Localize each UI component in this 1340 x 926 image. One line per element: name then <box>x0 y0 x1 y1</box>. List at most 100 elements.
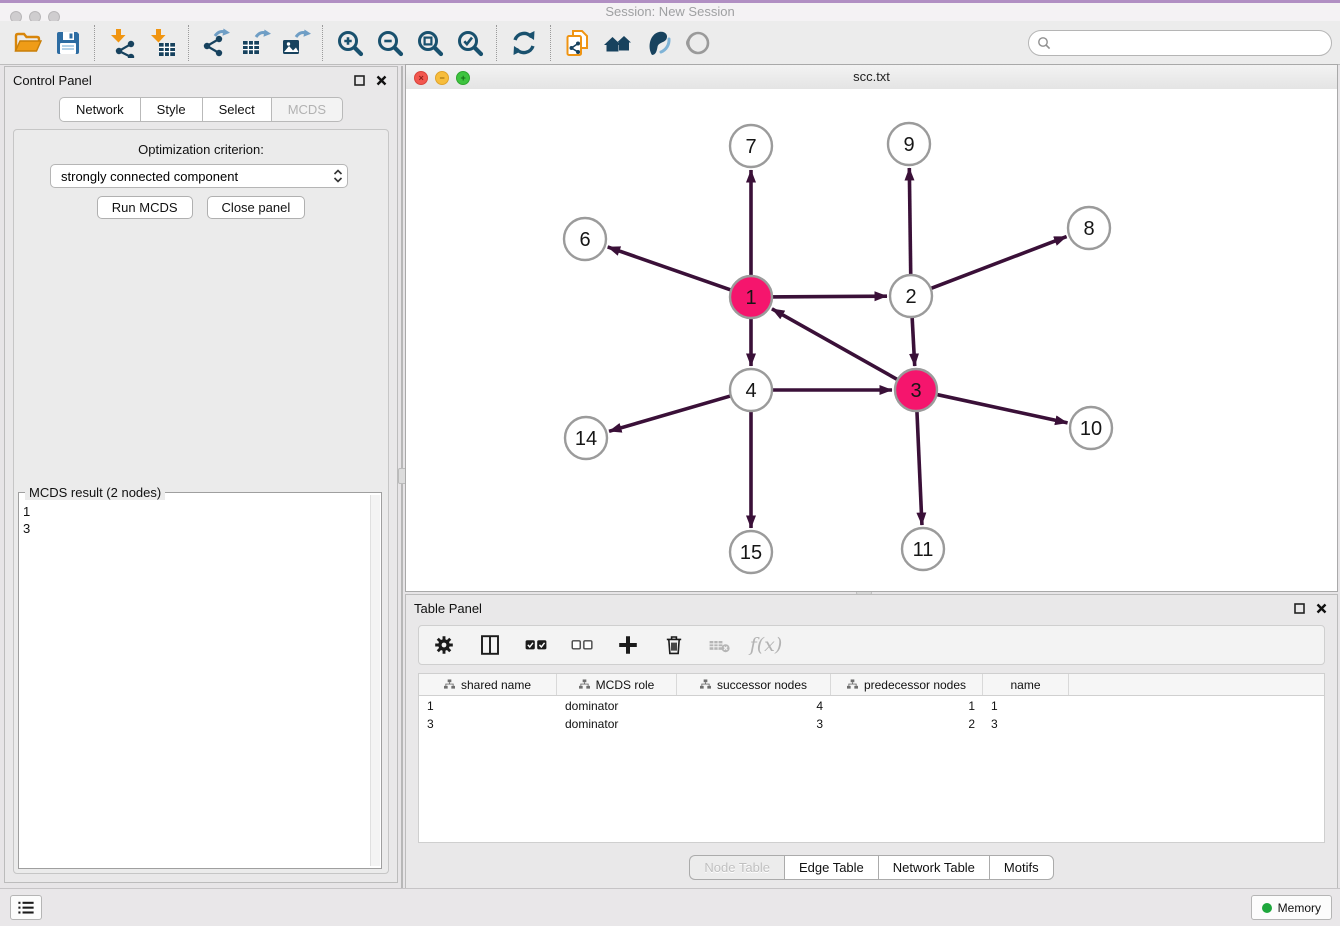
cell-successor-nodes[interactable]: 4 <box>677 698 831 714</box>
network-close-button[interactable]: × <box>414 71 428 85</box>
close-panel-action-button[interactable]: Close panel <box>207 196 306 219</box>
edge-2-9[interactable] <box>909 168 910 281</box>
style-icon <box>643 28 673 58</box>
save-session-button[interactable] <box>48 24 88 62</box>
attribute-icon <box>444 679 455 690</box>
vertical-splitter[interactable] <box>401 66 403 890</box>
tab-network[interactable]: Network <box>59 97 140 122</box>
zoom-selected-button[interactable] <box>450 24 490 62</box>
cell-mcds-role[interactable]: dominator <box>557 716 677 732</box>
cell-predecessor-nodes[interactable]: 1 <box>831 698 983 714</box>
column-header-shared-name[interactable]: shared name <box>419 674 557 695</box>
cell-successor-nodes[interactable]: 3 <box>677 716 831 732</box>
tab-edge-table[interactable]: Edge Table <box>784 855 878 880</box>
home-button[interactable] <box>598 24 638 62</box>
memory-button[interactable]: Memory <box>1251 895 1332 920</box>
function-builder-button[interactable]: f(x) <box>751 630 781 660</box>
style-button[interactable] <box>638 24 678 62</box>
toolbar-search[interactable] <box>1028 30 1332 56</box>
edge-3-1[interactable] <box>772 309 903 383</box>
table-header-row: shared name MCDS role successor nodes pr… <box>419 674 1324 696</box>
edge-3-10[interactable] <box>931 393 1068 423</box>
float-table-panel-button[interactable] <box>1291 600 1307 616</box>
mcds-result-text[interactable]: 1 3 <box>23 503 369 866</box>
tab-node-table[interactable]: Node Table <box>689 855 784 880</box>
toolbar-separator <box>188 25 190 61</box>
close-panel-button[interactable] <box>373 72 389 88</box>
node-table[interactable]: shared name MCDS role successor nodes pr… <box>418 673 1325 843</box>
column-header-predecessor-nodes[interactable]: predecessor nodes <box>831 674 983 695</box>
edge-2-8[interactable] <box>925 237 1067 291</box>
attribute-icon <box>700 679 711 690</box>
import-network-button[interactable] <box>102 24 142 62</box>
attribute-icon <box>579 679 590 690</box>
cell-name[interactable]: 3 <box>983 716 1069 732</box>
column-header-successor-nodes[interactable]: successor nodes <box>677 674 831 695</box>
zoom-in-button[interactable] <box>330 24 370 62</box>
network-minimize-button[interactable]: − <box>435 71 449 85</box>
tab-motifs[interactable]: Motifs <box>989 855 1054 880</box>
table-panel-title: Table Panel <box>414 601 482 616</box>
edge-3-11[interactable] <box>917 405 922 525</box>
criterion-dropdown[interactable]: strongly connected component <box>50 164 348 188</box>
float-icon <box>354 75 365 86</box>
create-column-button[interactable] <box>613 630 643 660</box>
clone-network-icon <box>563 28 593 58</box>
function-icon: f(x) <box>750 634 783 656</box>
table-row[interactable]: 3 dominator 3 2 3 <box>419 716 1324 732</box>
columns-icon <box>478 633 502 657</box>
show-columns-button[interactable] <box>475 630 505 660</box>
graph-node-label: 6 <box>579 229 590 251</box>
task-history-button[interactable] <box>10 895 42 920</box>
home-icon <box>602 28 634 58</box>
close-table-panel-button[interactable] <box>1313 600 1329 616</box>
zoom-out-button[interactable] <box>370 24 410 62</box>
network-view-window: × − + scc.txt 7968124314101511 <box>405 64 1338 592</box>
deselect-all-columns-button[interactable] <box>567 630 597 660</box>
graph-node-label: 15 <box>740 542 762 564</box>
edge-2-3[interactable] <box>912 311 915 366</box>
import-network-icon <box>107 28 137 58</box>
tab-select[interactable]: Select <box>202 97 271 122</box>
tab-network-table[interactable]: Network Table <box>878 855 989 880</box>
cell-shared-name[interactable]: 1 <box>419 698 557 714</box>
table-settings-button[interactable] <box>429 630 459 660</box>
delete-table-button[interactable] <box>705 630 735 660</box>
edge-1-6[interactable] <box>608 247 737 292</box>
graph-node-label: 9 <box>903 134 914 156</box>
export-image-button[interactable] <box>276 24 316 62</box>
column-header-mcds-role[interactable]: MCDS role <box>557 674 677 695</box>
run-mcds-button[interactable]: Run MCDS <box>97 196 193 219</box>
open-session-button[interactable] <box>8 24 48 62</box>
graph-node-label: 8 <box>1083 218 1094 240</box>
result-line: 3 <box>23 520 369 537</box>
export-network-button[interactable] <box>196 24 236 62</box>
tab-style[interactable]: Style <box>140 97 202 122</box>
cell-mcds-role[interactable]: dominator <box>557 698 677 714</box>
edge-4-14[interactable] <box>609 394 737 431</box>
network-maximize-button[interactable]: + <box>456 71 470 85</box>
tab-mcds[interactable]: MCDS <box>271 97 343 122</box>
float-panel-button[interactable] <box>351 72 367 88</box>
select-all-columns-button[interactable] <box>521 630 551 660</box>
refresh-button[interactable] <box>504 24 544 62</box>
memory-label: Memory <box>1278 901 1321 915</box>
edge-1-2[interactable] <box>766 296 887 297</box>
search-input[interactable] <box>1056 35 1323 51</box>
cell-predecessor-nodes[interactable]: 2 <box>831 716 983 732</box>
delete-columns-button[interactable] <box>659 630 689 660</box>
list-icon <box>17 900 35 916</box>
column-header-name[interactable]: name <box>983 674 1069 695</box>
zoom-fit-button[interactable] <box>410 24 450 62</box>
result-scrollbar[interactable] <box>370 495 380 866</box>
network-canvas[interactable]: 7968124314101511 <box>406 89 1337 591</box>
cell-name[interactable]: 1 <box>983 698 1069 714</box>
cell-shared-name[interactable]: 3 <box>419 716 557 732</box>
clone-network-button[interactable] <box>558 24 598 62</box>
show-graphics-button[interactable] <box>678 24 718 62</box>
network-window-titlebar[interactable]: × − + scc.txt <box>406 65 1337 90</box>
export-table-button[interactable] <box>236 24 276 62</box>
table-row[interactable]: 1 dominator 4 1 1 <box>419 698 1324 714</box>
import-table-button[interactable] <box>142 24 182 62</box>
network-graph[interactable]: 7968124314101511 <box>406 89 1337 591</box>
